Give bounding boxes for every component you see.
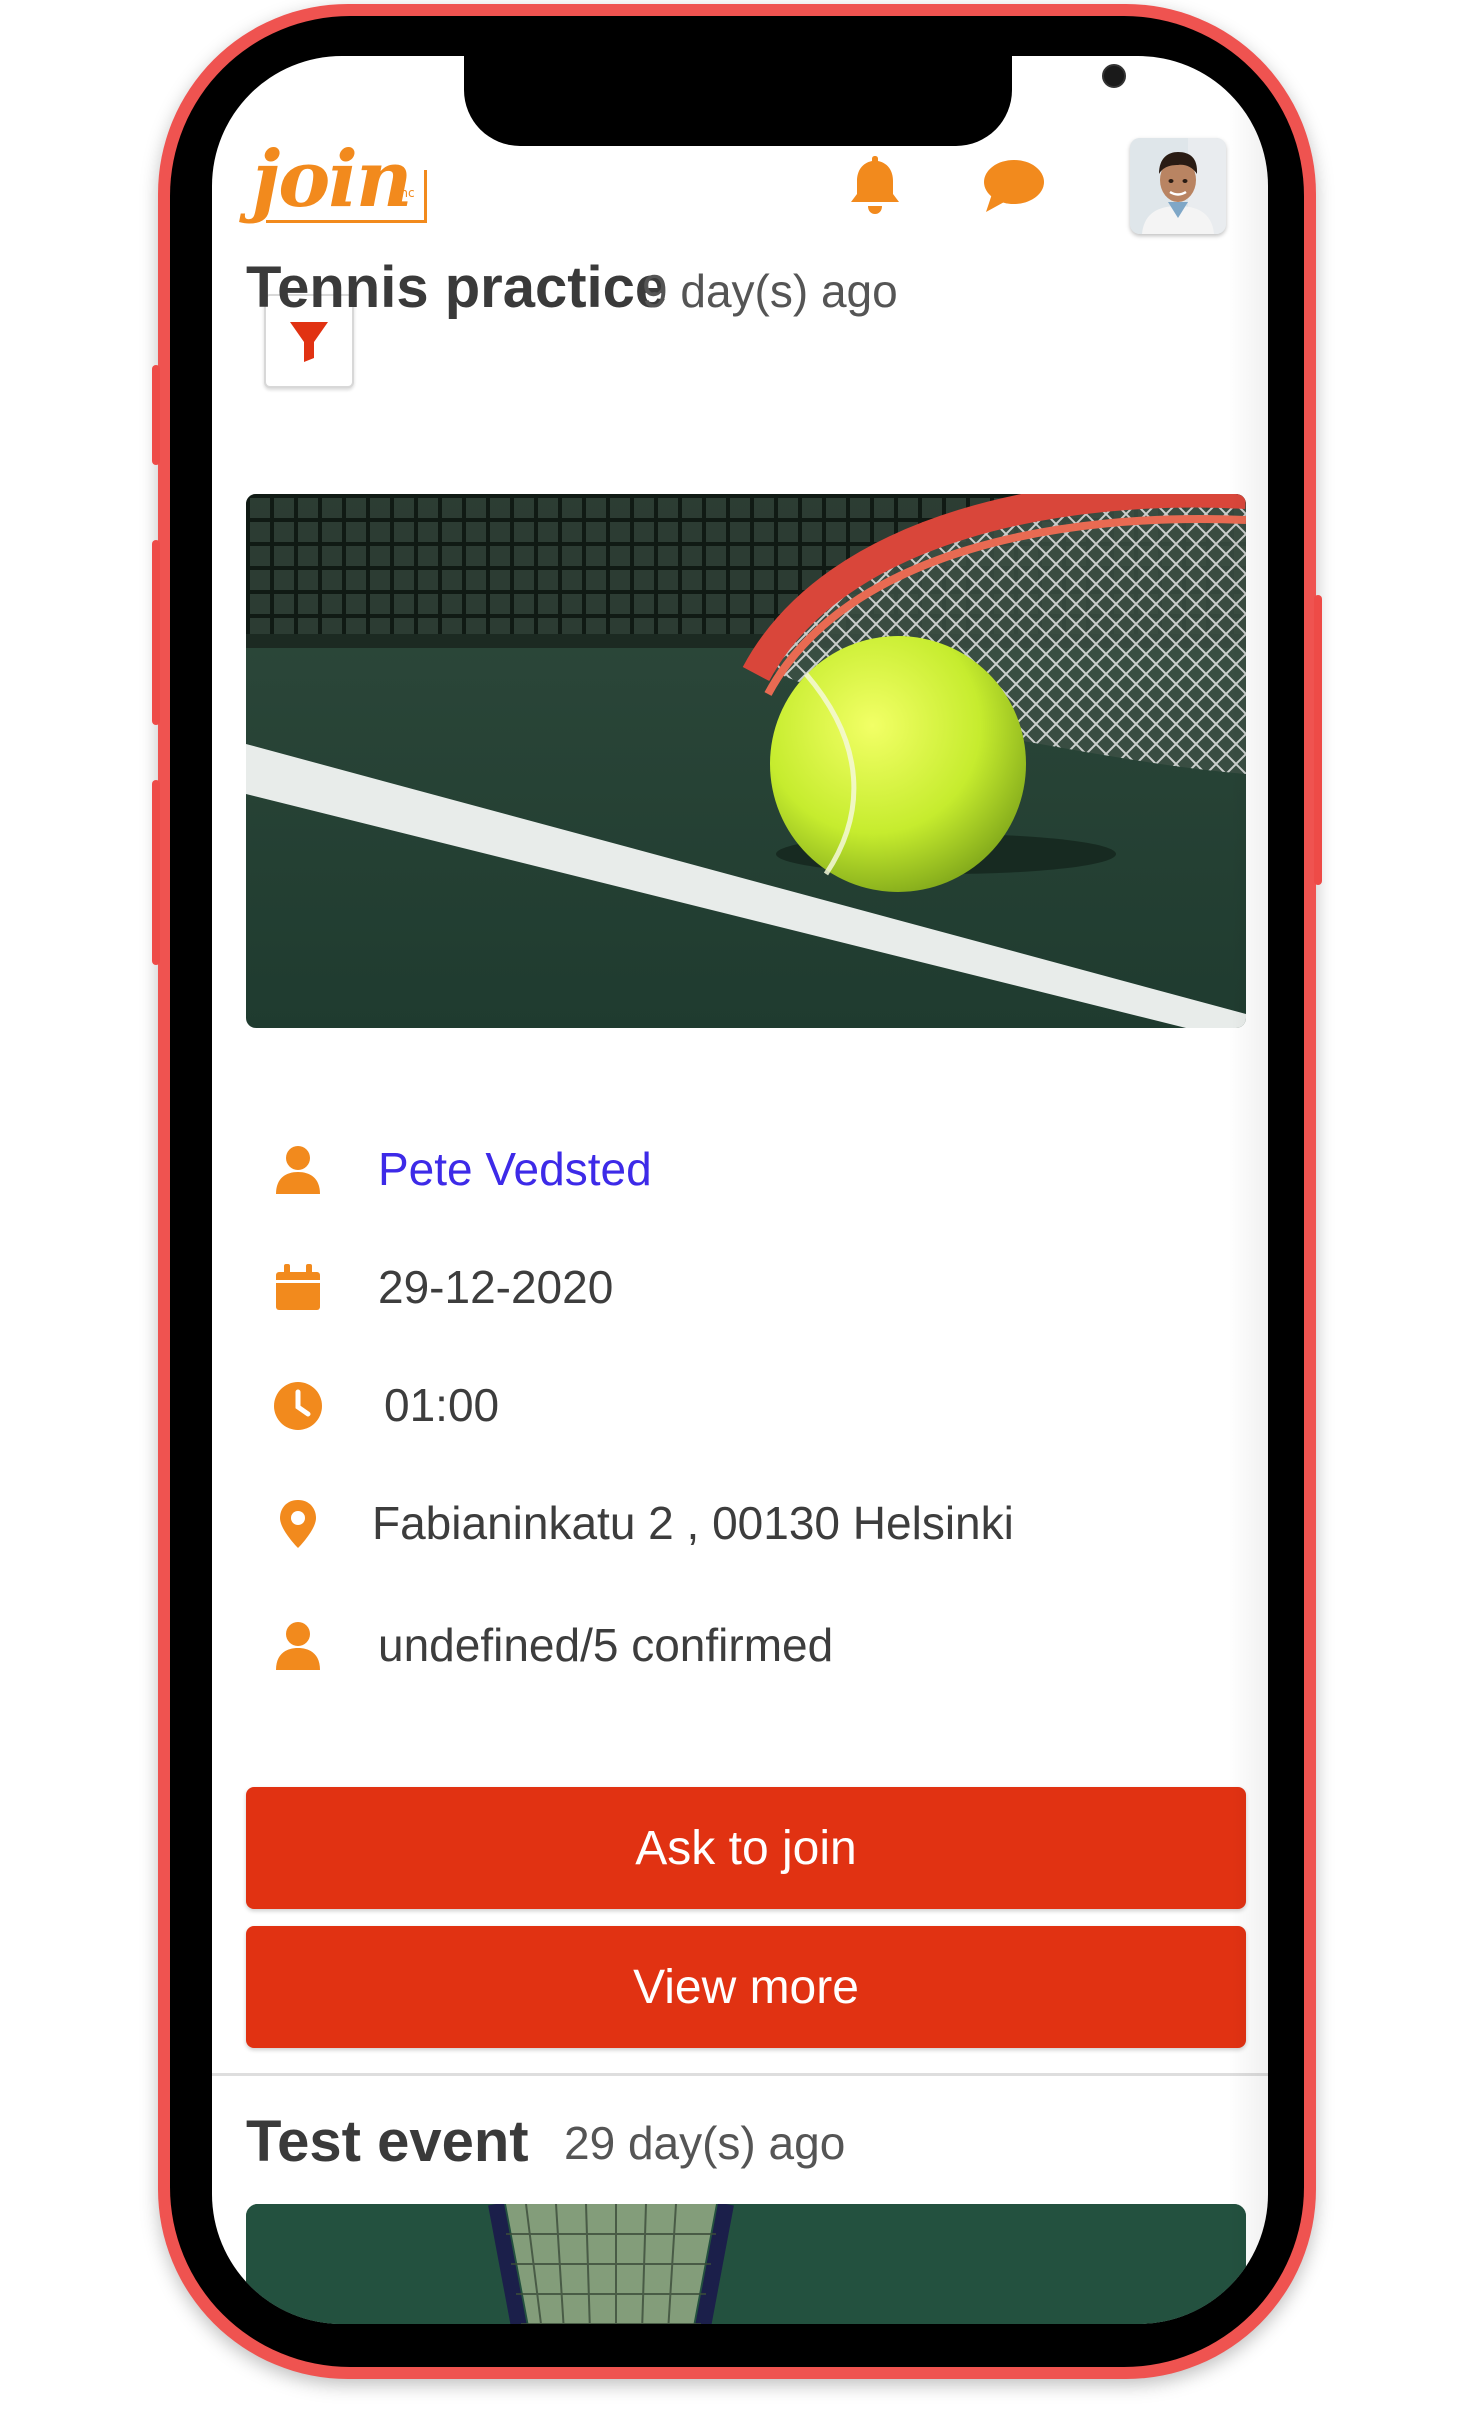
- test-event-scene: [246, 2204, 1246, 2324]
- event-ago: 29 day(s) ago: [564, 2117, 846, 2169]
- phone-side-button: [152, 365, 160, 465]
- event-title[interactable]: Tennis practice: [246, 254, 667, 320]
- participants-count: undefined/5 confirmed: [378, 1619, 834, 1671]
- location-row: Fabianinkatu 2 , 00130 Helsinki: [272, 1490, 1172, 1560]
- clock-icon: [274, 1382, 322, 1430]
- event-image-tennis[interactable]: [246, 494, 1246, 1028]
- user-avatar[interactable]: [1130, 138, 1226, 234]
- organizer-link[interactable]: Pete Vedsted: [378, 1142, 652, 1196]
- app-screen: join inc Tennis practice 9 day(s) ago Pe…: [212, 56, 1268, 2324]
- avatar-portrait: [1130, 138, 1226, 234]
- event-date: 29-12-2020: [378, 1261, 614, 1313]
- event-location[interactable]: Fabianinkatu 2 , 00130 Helsinki: [372, 1496, 1014, 1550]
- camera-icon: [1102, 64, 1126, 88]
- phone-side-button: [152, 780, 160, 965]
- location-pin-icon: [280, 1500, 316, 1548]
- logo-text: join: [252, 134, 413, 225]
- bell-icon[interactable]: [848, 152, 902, 216]
- event-ago: 9 day(s) ago: [642, 265, 898, 317]
- date-row: 29-12-2020: [272, 1254, 1172, 1324]
- participants-icon: [276, 1622, 320, 1670]
- organizer-row: Pete Vedsted: [272, 1136, 1172, 1206]
- logo-underline: [266, 220, 426, 223]
- phone-side-button: [152, 540, 160, 725]
- time-row: 01:00: [272, 1372, 1172, 1442]
- logo-suffix: inc: [397, 186, 415, 200]
- screen-edge-shade: [1228, 56, 1268, 2324]
- view-more-button[interactable]: View more: [246, 1926, 1246, 2048]
- event-divider: [212, 2073, 1268, 2076]
- event-image-test[interactable]: [246, 2204, 1246, 2324]
- phone-power-button: [1314, 595, 1322, 885]
- ask-to-join-button[interactable]: Ask to join: [246, 1787, 1246, 1909]
- phone-notch: [464, 56, 1126, 146]
- event-title[interactable]: Test event: [246, 2108, 529, 2174]
- join-logo[interactable]: join inc: [252, 134, 430, 234]
- chat-icon[interactable]: [982, 156, 1046, 216]
- participants-row: undefined/5 confirmed: [272, 1612, 1172, 1682]
- calendar-icon: [276, 1264, 320, 1310]
- logo-bracket: [424, 170, 427, 223]
- user-icon: [276, 1146, 320, 1194]
- event-time: 01:00: [384, 1379, 500, 1431]
- tennis-scene: [246, 494, 1246, 1028]
